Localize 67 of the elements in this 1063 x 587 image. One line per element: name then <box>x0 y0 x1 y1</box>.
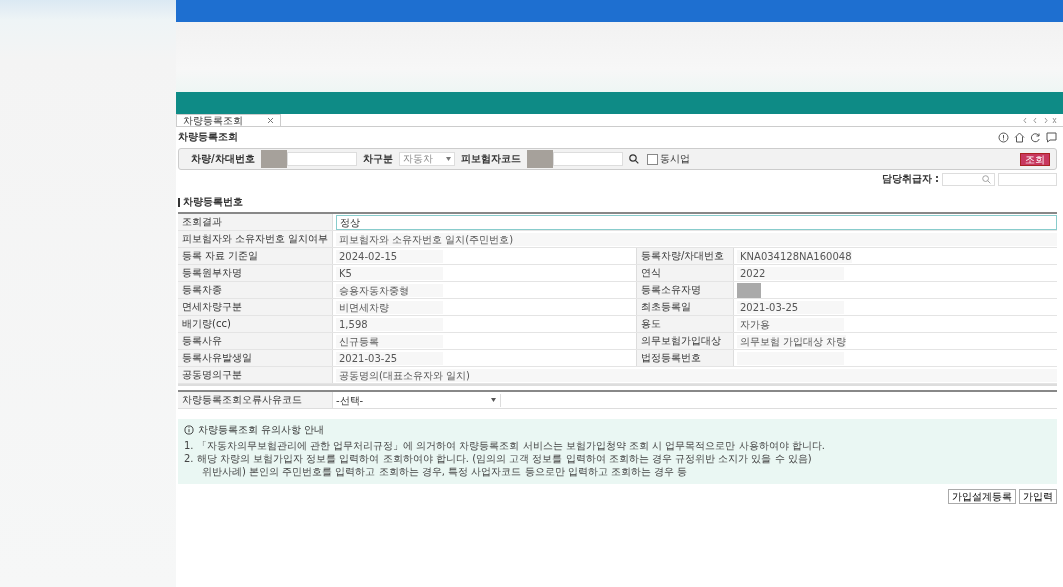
home-icon[interactable] <box>1014 131 1025 143</box>
table-value: 승용자동차중형 <box>336 283 443 297</box>
table-label: 최초등록일 <box>636 299 734 315</box>
notice-text: 1. 「자동차의무보험관리에 관한 업무처리규정」에 의거하여 차량등록조회 서비스는 보험가입청약 조회 시 업무목적으로만 사용하여야 합니다. <box>184 439 826 452</box>
search-icon[interactable] <box>628 154 639 164</box>
caret-icon <box>491 398 496 402</box>
table-value: 정상 <box>336 214 1057 230</box>
table-label: 면세차량구분 <box>178 299 333 315</box>
notice-title: 차량등록조회 유의사항 안내 <box>198 423 325 437</box>
checkbox[interactable] <box>646 153 658 165</box>
page-title: 차량등록조회 <box>178 130 238 144</box>
field-label: 차구분 <box>362 152 393 166</box>
table-label: 용도 <box>636 316 734 332</box>
table-label: 등록소유자명 <box>636 282 734 298</box>
table-value: 신규등록 <box>336 334 443 348</box>
table-label: 등록사유발생일 <box>178 350 333 366</box>
dropdown[interactable]: -선택- <box>336 393 501 407</box>
table-value: 2022 <box>737 266 844 280</box>
table-label: 법정등록번호 <box>636 350 734 366</box>
table-value: 2021-03-25 <box>737 300 844 314</box>
field-label: 피보험자코드 <box>460 152 521 166</box>
table-label: 의무보험가입대상 <box>636 333 734 349</box>
handler-search-field[interactable] <box>942 172 995 186</box>
table-label: 배기량(cc) <box>178 316 333 332</box>
action-button[interactable]: 가입설계등록 <box>948 489 1016 504</box>
notice-text: 위반사례) 본인의 주민번호를 입력하고 조회하는 경우, 특정 사업자코드 등으로만 입력하고 조회하는 경우 등 <box>201 465 689 478</box>
input-field[interactable] <box>286 152 357 166</box>
table-value: 자가용 <box>737 317 844 331</box>
table-label: 등록차량/차대번호 <box>636 248 734 264</box>
action-button[interactable]: 가입력 <box>1019 489 1057 504</box>
table-label: 등록원부차명 <box>178 265 333 281</box>
table-value: 2021-03-25 <box>336 351 443 365</box>
info-icon[interactable] <box>998 131 1009 143</box>
tab-label: 차량등록조회 <box>183 115 243 126</box>
input-field[interactable] <box>552 152 623 166</box>
section-title: 차량등록번호 <box>183 195 243 209</box>
table-label: 피보험자와 소유자번호 일치여부 <box>178 231 333 247</box>
handler-name-field[interactable] <box>998 172 1057 186</box>
table-label: 조회결과 <box>178 214 333 230</box>
table-value: 피보험자와 소유자번호 일치(주민번호) <box>336 232 1057 246</box>
comment-icon[interactable] <box>1046 131 1057 143</box>
table-value: K5 <box>336 266 443 280</box>
notice-text: 2. 해당 차량의 보험가입자 정보를 입력하여 조회하여야 합니다. (임의의 고객 정보를 입력하여 조회하는 경우 규정위반 소지가 있을 수 있음) <box>184 452 813 465</box>
table-value: KNA034128NA160048 <box>737 249 852 263</box>
table-value: 공동명의(대표소유자와 일치) <box>336 368 1057 382</box>
close-icon[interactable] <box>267 117 274 124</box>
search-button[interactable]: 조회 <box>1020 152 1050 166</box>
table-label: 등록사유 <box>178 333 333 349</box>
table-label: 차량등록조회오류사유코드 <box>178 392 333 408</box>
table-value: 1,598 <box>336 317 443 331</box>
tab-arrows-icon[interactable] <box>1023 117 1057 124</box>
table-label: 등록차종 <box>178 282 333 298</box>
handler-label: 담당취급자 : <box>881 172 939 186</box>
table-label: 연식 <box>636 265 734 281</box>
table-value: 2024-02-15 <box>336 249 443 263</box>
info-icon <box>184 425 194 435</box>
table-label: 등록 자료 기준일 <box>178 248 333 264</box>
section-marker <box>178 197 180 207</box>
dropdown[interactable]: 자동차 <box>398 152 455 166</box>
table-label: 공동명의구분 <box>178 367 333 383</box>
table-value: 비면세차량 <box>336 300 443 314</box>
checkbox-label: 동시업 <box>659 152 690 166</box>
caret-icon <box>445 157 451 161</box>
table-value: 의무보험 가입대상 차량 <box>737 334 847 348</box>
refresh-icon[interactable] <box>1030 131 1041 143</box>
tab[interactable]: 차량등록조회 <box>176 114 281 126</box>
field-label: 차량/차대번호 <box>191 152 255 166</box>
